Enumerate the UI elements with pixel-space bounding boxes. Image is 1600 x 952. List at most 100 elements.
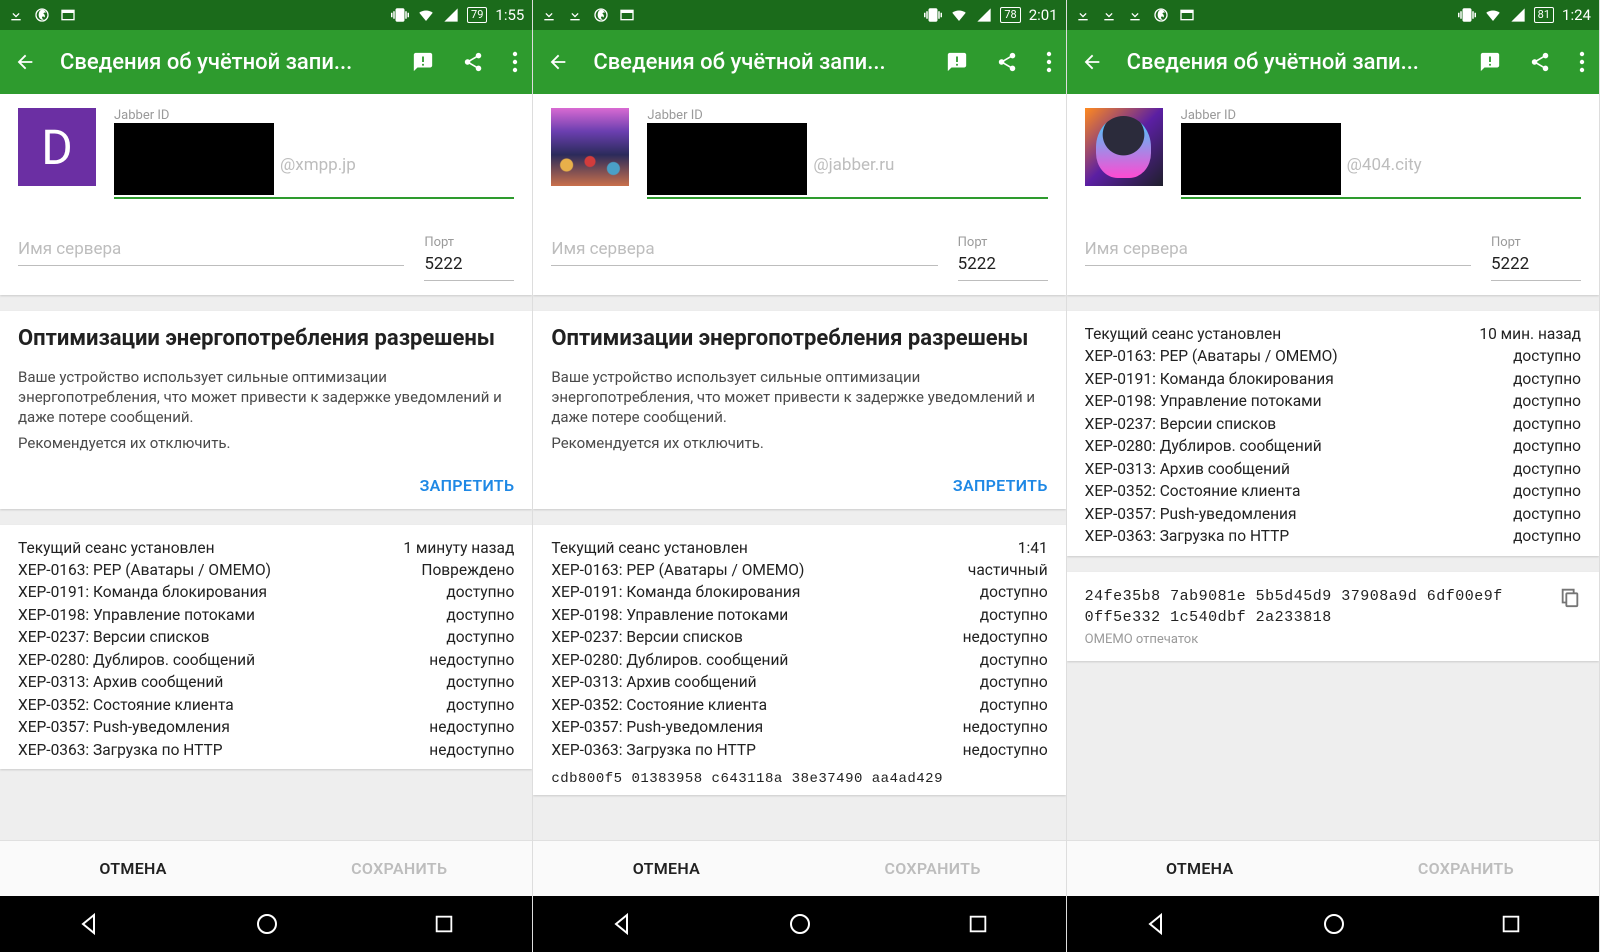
battery-level: 78 [1000, 7, 1020, 23]
signal-icon [976, 7, 992, 23]
xep-row: XEP-0191: Команда блокированиядоступно [551, 581, 1047, 603]
window-icon [60, 7, 76, 23]
omemo-label: OMEMO отпечаток [1085, 632, 1545, 647]
cancel-button[interactable]: ОТМЕНА [0, 841, 266, 896]
bottom-buttons: ОТМЕНА СОХРАНИТЬ [1067, 840, 1599, 896]
clock: 1:24 [1562, 6, 1591, 24]
phone-3: 81 1:24 Сведения об учётной запи... Jabb… [1067, 0, 1600, 952]
signal-icon [1510, 7, 1526, 23]
optimization-body-1: Ваше устройство использует сильные оптим… [551, 367, 1047, 428]
xep-row: XEP-0313: Архив сообщенийдоступно [18, 671, 514, 693]
more-icon[interactable] [512, 51, 518, 73]
back-icon[interactable] [1081, 51, 1103, 73]
xep-row: XEP-0198: Управление потокамидоступно [18, 604, 514, 626]
port-label: Порт [958, 235, 1048, 250]
nav-home-icon[interactable] [1322, 912, 1346, 936]
server-placeholder: Имя сервера [18, 235, 404, 266]
firefox-icon [34, 7, 50, 23]
page-title: Сведения об учётной запи... [1127, 50, 1455, 75]
jabber-domain: @xmpp.jp [280, 155, 356, 195]
xep-row: XEP-0237: Версии списковдоступно [18, 626, 514, 648]
save-button[interactable]: СОХРАНИТЬ [266, 841, 532, 896]
nav-home-icon[interactable] [255, 912, 279, 936]
avatar[interactable] [1085, 108, 1163, 186]
xep-row: XEP-0237: Версии списковнедоступно [551, 626, 1047, 648]
wifi-icon [1484, 6, 1502, 24]
server-field[interactable]: Имя сервера [18, 235, 404, 281]
xep-row: XEP-0280: Дублиров. сообщенийдоступно [1085, 435, 1581, 457]
omemo-fingerprint-partial: cdb800f5 01383958 c643118a 38e37490 aa4a… [551, 761, 1047, 787]
more-icon[interactable] [1046, 51, 1052, 73]
cancel-button[interactable]: ОТМЕНА [1067, 841, 1333, 896]
nav-back-icon[interactable] [610, 912, 634, 936]
server-placeholder: Имя сервера [1085, 235, 1471, 266]
jabber-id-redacted [1181, 123, 1341, 195]
avatar[interactable] [551, 108, 629, 186]
optimization-card: Оптимизации энергопотребления разрешены … [0, 311, 532, 509]
save-button[interactable]: СОХРАНИТЬ [1333, 841, 1599, 896]
download-icon [1101, 7, 1117, 23]
optimization-title: Оптимизации энергопотребления разрешены [18, 325, 514, 353]
jabber-id-field[interactable]: @404.city [1181, 123, 1581, 199]
nav-recent-icon[interactable] [433, 913, 455, 935]
wifi-icon [417, 6, 435, 24]
content: D Jabber ID @xmpp.jp Имя сервера Порт 52… [0, 94, 532, 840]
cancel-button[interactable]: ОТМЕНА [533, 841, 799, 896]
share-icon[interactable] [1529, 51, 1551, 73]
xep-row: XEP-0198: Управление потокамидоступно [1085, 390, 1581, 412]
optimization-body-2: Рекомендуется их отключить. [18, 433, 514, 453]
nav-bar [0, 896, 532, 952]
port-field[interactable]: Порт 5222 [424, 235, 514, 281]
jabber-domain: @jabber.ru [813, 155, 894, 195]
jabber-id-field[interactable]: @xmpp.jp [114, 123, 514, 199]
nav-back-icon[interactable] [77, 912, 101, 936]
nav-recent-icon[interactable] [1500, 913, 1522, 935]
port-value: 5222 [424, 250, 514, 281]
optimization-title: Оптимизации энергопотребления разрешены [551, 325, 1047, 353]
port-field[interactable]: Порт 5222 [958, 235, 1048, 281]
firefox-icon [1153, 7, 1169, 23]
account-card: Jabber ID @404.city Имя сервера Порт 522… [1067, 94, 1599, 295]
window-icon [1179, 7, 1195, 23]
xep-row: XEP-0352: Состояние клиентадоступно [1085, 480, 1581, 502]
jabber-id-label: Jabber ID [1181, 108, 1581, 123]
xep-row: XEP-0357: Push-уведомлениядоступно [1085, 503, 1581, 525]
copy-button[interactable] [1559, 586, 1581, 612]
signal-icon [443, 7, 459, 23]
server-field[interactable]: Имя сервера [1085, 235, 1471, 281]
clock: 1:55 [495, 6, 524, 24]
nav-home-icon[interactable] [788, 912, 812, 936]
xep-card: Текущий сеанс установлен1:41 XEP-0163: P… [533, 525, 1065, 796]
nav-bar [1067, 896, 1599, 952]
back-icon[interactable] [547, 51, 569, 73]
nav-recent-icon[interactable] [967, 913, 989, 935]
window-icon [619, 7, 635, 23]
announcement-icon[interactable] [1479, 51, 1501, 73]
announcement-icon[interactable] [946, 51, 968, 73]
optimization-body-1: Ваше устройство использует сильные оптим… [18, 367, 514, 428]
content: Jabber ID @404.city Имя сервера Порт 522… [1067, 94, 1599, 840]
prohibit-button[interactable]: ЗАПРЕТИТЬ [551, 460, 1047, 495]
xep-row: XEP-0363: Загрузка по HTTPнедоступно [551, 739, 1047, 761]
save-button[interactable]: СОХРАНИТЬ [800, 841, 1066, 896]
more-icon[interactable] [1579, 51, 1585, 73]
optimization-card: Оптимизации энергопотребления разрешены … [533, 311, 1065, 509]
port-value: 5222 [1491, 250, 1581, 281]
port-field[interactable]: Порт 5222 [1491, 235, 1581, 281]
avatar[interactable]: D [18, 108, 96, 186]
back-icon[interactable] [14, 51, 36, 73]
jabber-id-label: Jabber ID [114, 108, 514, 123]
share-icon[interactable] [996, 51, 1018, 73]
prohibit-button[interactable]: ЗАПРЕТИТЬ [18, 460, 514, 495]
xep-row: XEP-0352: Состояние клиентадоступно [18, 694, 514, 716]
nav-back-icon[interactable] [1144, 912, 1168, 936]
share-icon[interactable] [462, 51, 484, 73]
server-field[interactable]: Имя сервера [551, 235, 937, 281]
account-card: D Jabber ID @xmpp.jp Имя сервера Порт 52… [0, 94, 532, 295]
announcement-icon[interactable] [412, 51, 434, 73]
omemo-fingerprint: 0ff5e332 1c540dbf 2a233818 [1085, 607, 1545, 628]
vibrate-icon [1458, 6, 1476, 24]
session-row: Текущий сеанс установлен10 мин. назад [1085, 323, 1581, 345]
copy-icon [1559, 586, 1581, 608]
jabber-id-field[interactable]: @jabber.ru [647, 123, 1047, 199]
